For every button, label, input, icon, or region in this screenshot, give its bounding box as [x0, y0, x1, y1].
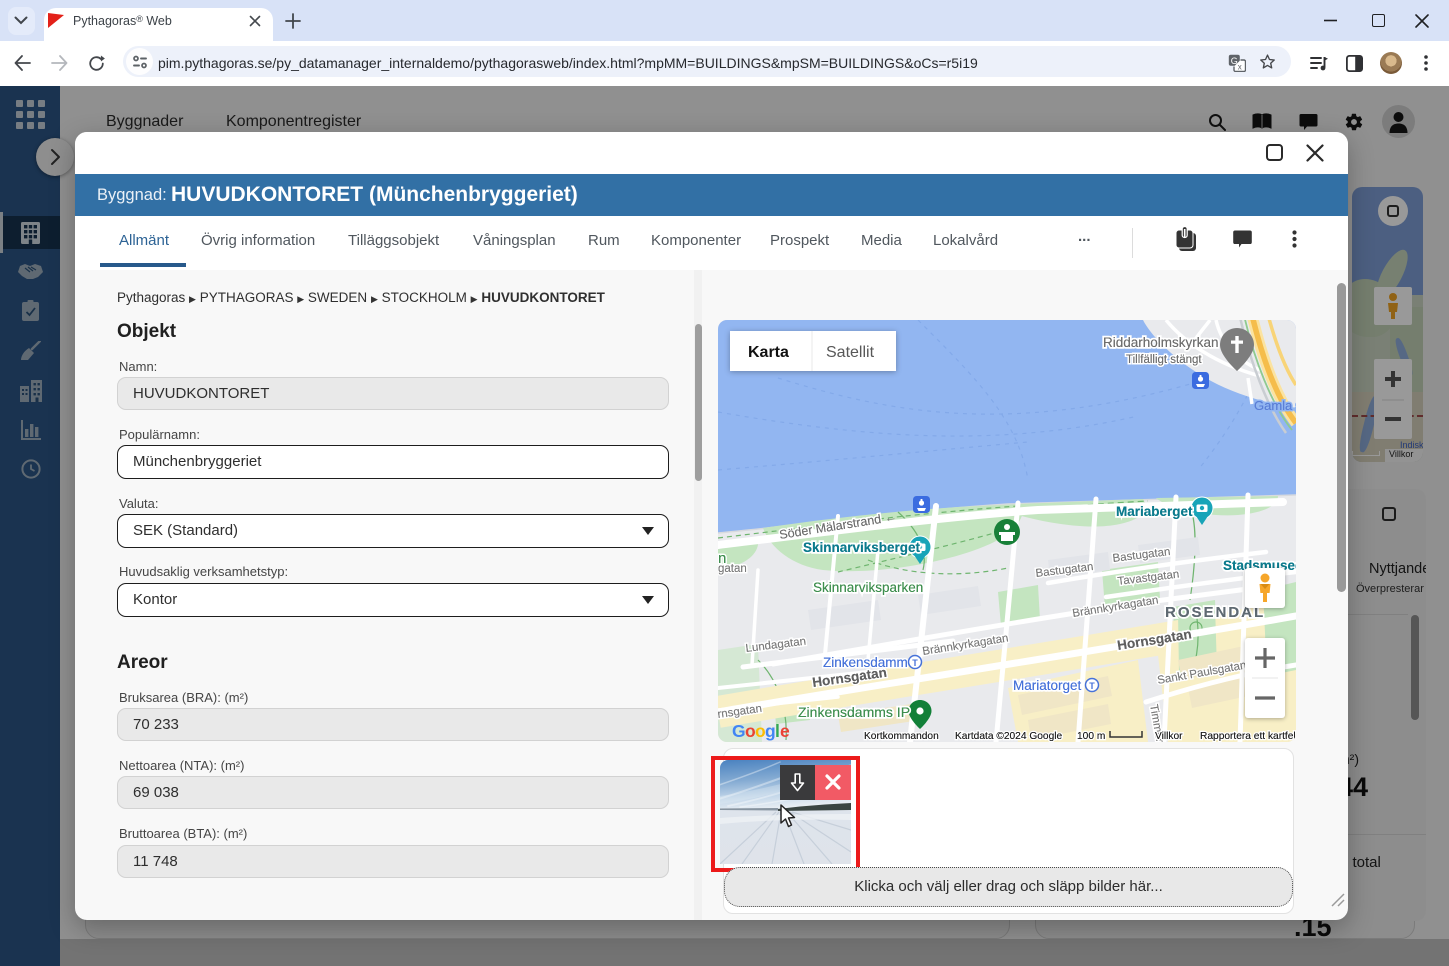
- svg-text:Satellit: Satellit: [826, 344, 875, 361]
- svg-text:Riddarholmskyrkan: Riddarholmskyrkan: [1103, 335, 1219, 350]
- svg-text:Zinkensdamm: Zinkensdamm: [823, 655, 908, 670]
- svg-text:G: G: [732, 721, 746, 741]
- svg-text:Skinnarviksberget: Skinnarviksberget: [803, 540, 921, 555]
- svg-text:Skinnarviksparken: Skinnarviksparken: [813, 580, 923, 595]
- svg-text:Kartdata ©2024 Google: Kartdata ©2024 Google: [955, 731, 1063, 742]
- svg-text:x: x: [1238, 62, 1242, 71]
- svg-text:Karta: Karta: [748, 344, 789, 361]
- svg-text:Mariaberget: Mariaberget: [1116, 504, 1193, 519]
- svg-text:Tillfälligt stängt: Tillfälligt stängt: [1126, 354, 1202, 366]
- svg-text:Zinkensdamms IP: Zinkensdamms IP: [798, 704, 910, 720]
- svg-text:Rapportera ett kartfel: Rapportera ett kartfel: [1200, 731, 1296, 742]
- svg-text:e: e: [780, 721, 790, 741]
- svg-text:T: T: [912, 658, 918, 668]
- svg-text:Mariatorget: Mariatorget: [1013, 678, 1082, 693]
- svg-text:100 m: 100 m: [1077, 731, 1105, 742]
- svg-text:Gamla sta: Gamla sta: [1254, 398, 1296, 413]
- svg-text:n: n: [718, 550, 726, 567]
- svg-text:Villkor: Villkor: [1155, 731, 1183, 742]
- svg-text:T: T: [1089, 681, 1095, 691]
- svg-text:Kortkommandon: Kortkommandon: [864, 731, 939, 742]
